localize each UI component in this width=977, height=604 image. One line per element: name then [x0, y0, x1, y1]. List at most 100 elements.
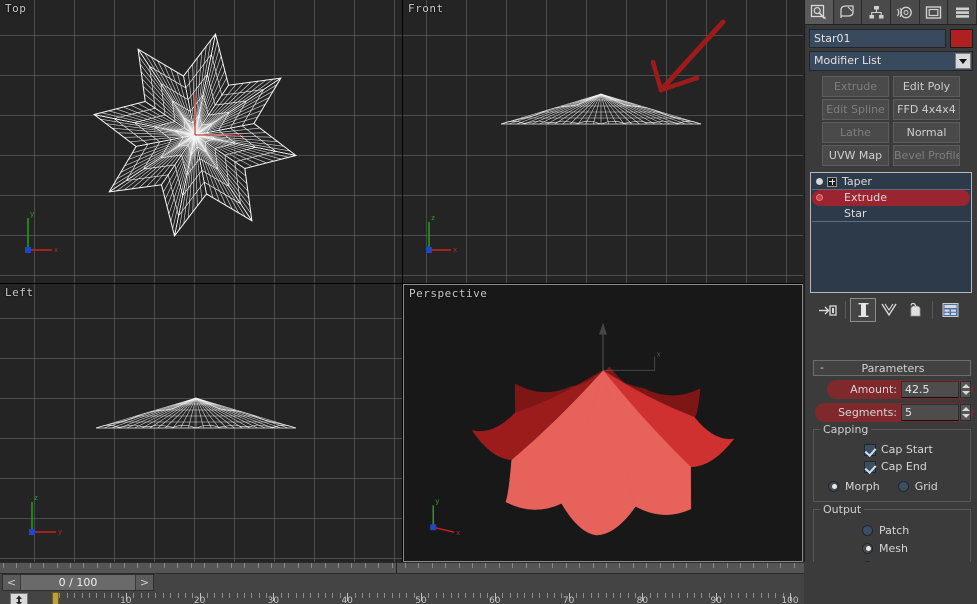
ruler-tick	[465, 593, 467, 598]
track-bar[interactable]	[0, 563, 804, 574]
modifier-stack[interactable]: Taper Extrude Star	[810, 172, 972, 293]
amount-spinner[interactable]	[960, 381, 971, 398]
cap-end-row: Cap End	[820, 458, 964, 475]
create-tab[interactable]	[805, 0, 834, 24]
ruler-tick	[509, 593, 511, 598]
segments-spinner[interactable]	[960, 404, 971, 421]
modifier-button-uvw-map[interactable]: UVW Map	[822, 145, 889, 166]
utilities-tab[interactable]	[948, 0, 977, 24]
modifier-button-extrude[interactable]: Extrude	[822, 76, 889, 97]
object-color-swatch[interactable]	[950, 29, 973, 48]
mesh-radio[interactable]	[862, 542, 873, 554]
ruler-tick	[753, 593, 755, 598]
ruler-tick	[103, 593, 105, 598]
expand-plus-icon[interactable]	[827, 176, 837, 187]
ruler-tick	[236, 593, 238, 598]
modifier-button-lathe[interactable]: Lathe	[822, 122, 889, 143]
ruler-tick	[450, 593, 452, 598]
segments-input[interactable]: 5	[901, 404, 959, 421]
toolbar-separator	[845, 301, 846, 319]
stack-item-star[interactable]: Star	[812, 206, 970, 222]
track-tick	[565, 563, 567, 568]
pin-stack-glyph	[819, 304, 837, 316]
track-tick	[552, 563, 554, 568]
modifier-enable-bulb-icon[interactable]	[814, 191, 825, 204]
modifier-enable-bulb-icon[interactable]	[814, 175, 825, 188]
track-tick	[418, 563, 420, 568]
stack-item-label: Taper	[842, 175, 872, 188]
ruler-tick	[767, 593, 769, 598]
track-tick	[766, 563, 768, 568]
chevron-down-icon[interactable]	[955, 53, 971, 69]
rollout-collapse-icon[interactable]: -	[814, 361, 830, 375]
grid-radio[interactable]	[897, 480, 909, 492]
modifier-button-edit-poly[interactable]: Edit Poly	[893, 76, 960, 97]
amount-input[interactable]: 42.5	[901, 381, 959, 398]
ruler-tick	[66, 593, 68, 598]
frame-readout[interactable]: 0 / 100	[21, 575, 135, 590]
ruler-tick	[133, 593, 135, 598]
track-tick	[699, 563, 701, 568]
display-tab[interactable]	[919, 0, 949, 24]
animate-toggle-icon[interactable]	[10, 593, 28, 604]
stack-item-extrude[interactable]: Extrude	[812, 190, 970, 206]
modifier-list-dropdown[interactable]: Modifier List	[809, 51, 973, 71]
object-name-field[interactable]: Star01	[809, 29, 946, 48]
motion-wheel-icon	[897, 6, 913, 18]
modifier-button-edit-spline[interactable]: Edit Spline	[822, 99, 889, 120]
viewport-perspective[interactable]: x y x Perspective	[403, 284, 803, 562]
prev-frame-button[interactable]: <	[3, 575, 21, 590]
parameters-rollout-header[interactable]: - Parameters	[813, 360, 971, 376]
ruler-tick	[605, 593, 607, 598]
hierarchy-tab[interactable]	[862, 0, 892, 24]
track-tick	[150, 563, 152, 568]
create-arrow-icon	[811, 4, 826, 19]
next-frame-button[interactable]: >	[135, 575, 153, 590]
ruler-label: 80	[636, 596, 649, 604]
viewport-divider-vertical[interactable]	[402, 0, 403, 562]
viewport-top[interactable]: y x Top	[0, 0, 402, 283]
ruler-label: 10	[120, 596, 132, 604]
ruler-label: 100	[781, 596, 799, 604]
ruler-tick	[686, 593, 688, 598]
track-tick	[592, 563, 594, 568]
configure-modifier-sets-icon[interactable]	[937, 298, 963, 322]
stack-item-taper[interactable]: Taper	[812, 174, 970, 190]
modifier-button-bevel-profile[interactable]: Bevel Profile	[893, 145, 960, 166]
show-end-result-icon[interactable]	[850, 298, 876, 322]
viewport-left[interactable]: z y Left	[0, 284, 402, 562]
track-tick	[659, 563, 661, 568]
amount-row: Amount: 42.5	[813, 380, 973, 399]
track-tick	[793, 563, 795, 568]
patch-radio[interactable]	[862, 524, 873, 536]
ruler-tick	[398, 593, 400, 598]
cap-end-checkbox[interactable]	[864, 460, 876, 473]
cap-start-checkbox[interactable]	[864, 443, 876, 456]
ruler-tick	[731, 593, 732, 598]
make-unique-icon[interactable]	[876, 298, 902, 322]
morph-radio[interactable]	[828, 480, 839, 492]
pin-stack-icon[interactable]	[815, 298, 841, 322]
viewport-front[interactable]: z x Front	[403, 0, 803, 283]
frame-navigator: < 0 / 100 >	[2, 574, 154, 591]
remove-modifier-icon[interactable]	[902, 298, 928, 322]
ruler-tick	[406, 593, 408, 598]
ruler-tick	[546, 593, 548, 598]
object-name-row: Star01	[805, 25, 977, 50]
motion-tab[interactable]	[891, 0, 920, 24]
modifier-button-normal[interactable]: Normal	[893, 122, 960, 143]
track-tick	[753, 563, 755, 568]
ruler-tick	[184, 593, 186, 598]
ruler-label: 60	[489, 596, 501, 604]
track-tick	[686, 563, 688, 568]
modifier-button-ffd-4x4x4[interactable]: FFD 4x4x4	[893, 99, 960, 120]
segments-row: Segments: 5	[813, 403, 973, 422]
ruler-tick	[155, 593, 157, 598]
track-tick	[740, 563, 741, 568]
track-tick	[271, 563, 272, 568]
time-slider-handle[interactable]	[52, 592, 59, 604]
timeline-ruler[interactable]: 10 20 30 40 50 60 70 80 90 100	[0, 593, 804, 604]
modify-tab[interactable]	[833, 0, 863, 24]
ruler-tick	[295, 593, 297, 598]
ruler-tick	[480, 593, 481, 598]
